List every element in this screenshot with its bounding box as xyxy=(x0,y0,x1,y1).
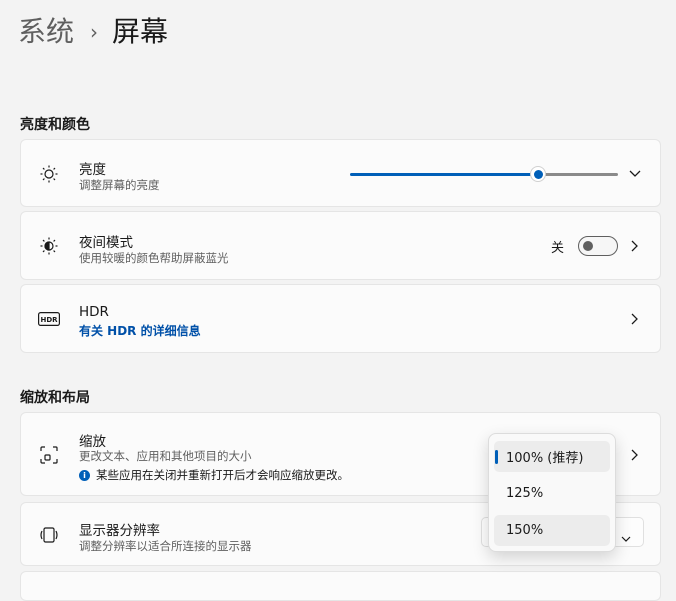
brightness-card: 亮度 调整屏幕的亮度 xyxy=(20,139,661,207)
brightness-slider[interactable] xyxy=(350,164,618,184)
night-light-state-label: 关 xyxy=(550,241,564,256)
hdr-title: HDR xyxy=(79,304,109,320)
section-title-brightness-color: 亮度和颜色 xyxy=(20,117,90,133)
night-light-toggle[interactable] xyxy=(578,236,618,256)
resolution-title: 显示器分辨率 xyxy=(79,523,160,539)
slider-thumb[interactable] xyxy=(530,166,546,182)
breadcrumb-separator: › xyxy=(90,20,99,44)
brightness-title: 亮度 xyxy=(79,162,106,178)
chevron-right-icon[interactable] xyxy=(628,239,642,253)
info-icon: i xyxy=(79,469,90,481)
scale-icon xyxy=(38,444,60,466)
page-title: 屏幕 xyxy=(112,15,169,48)
scale-title: 缩放 xyxy=(79,434,106,450)
scale-option-label: 100% (推荐) xyxy=(506,451,584,466)
scale-option-125[interactable]: 125% xyxy=(494,478,610,509)
night-light-subtitle: 使用较暖的颜色帮助屏蔽蓝光 xyxy=(79,251,229,265)
scale-dropdown-menu: 100% (推荐) 125% 150% xyxy=(488,433,616,552)
hdr-learn-more-link[interactable]: 有关 HDR 的详细信息 xyxy=(79,322,201,339)
svg-text:HDR: HDR xyxy=(40,316,58,324)
hdr-card[interactable]: HDR HDR 有关 HDR 的详细信息 xyxy=(20,284,661,353)
section-title-scale-layout: 缩放和布局 xyxy=(20,390,90,406)
night-light-card[interactable]: 夜间模式 使用较暖的颜色帮助屏蔽蓝光 关 xyxy=(20,211,661,280)
slider-track xyxy=(538,173,618,176)
night-light-icon xyxy=(38,235,60,257)
scale-subtitle: 更改文本、应用和其他项目的大小 xyxy=(79,449,252,463)
next-card xyxy=(20,571,661,601)
chevron-down-icon[interactable] xyxy=(628,167,642,181)
chevron-right-icon[interactable] xyxy=(628,312,642,326)
breadcrumb-parent[interactable]: 系统 xyxy=(18,12,74,52)
chevron-down-icon xyxy=(621,528,631,547)
scale-info: i 某些应用在关闭并重新打开后才会响应缩放更改。 xyxy=(79,467,349,483)
selected-indicator xyxy=(495,450,498,464)
slider-fill xyxy=(350,173,538,176)
scale-option-label: 150% xyxy=(506,523,544,538)
scale-info-text: 某些应用在关闭并重新打开后才会响应缩放更改。 xyxy=(96,468,349,482)
resolution-subtitle: 调整分辨率以适合所连接的显示器 xyxy=(79,539,252,553)
scale-option-label: 125% xyxy=(506,486,544,501)
brightness-icon xyxy=(38,163,60,185)
scale-option-150[interactable]: 150% xyxy=(494,515,610,546)
scale-option-100[interactable]: 100% (推荐) xyxy=(494,441,610,472)
brightness-subtitle: 调整屏幕的亮度 xyxy=(79,178,160,192)
chevron-right-icon[interactable] xyxy=(628,448,642,462)
hdr-icon: HDR xyxy=(38,308,60,330)
night-light-title: 夜间模式 xyxy=(79,235,133,251)
breadcrumb: 系统 › 屏幕 xyxy=(18,12,168,52)
resolution-icon xyxy=(38,524,60,546)
